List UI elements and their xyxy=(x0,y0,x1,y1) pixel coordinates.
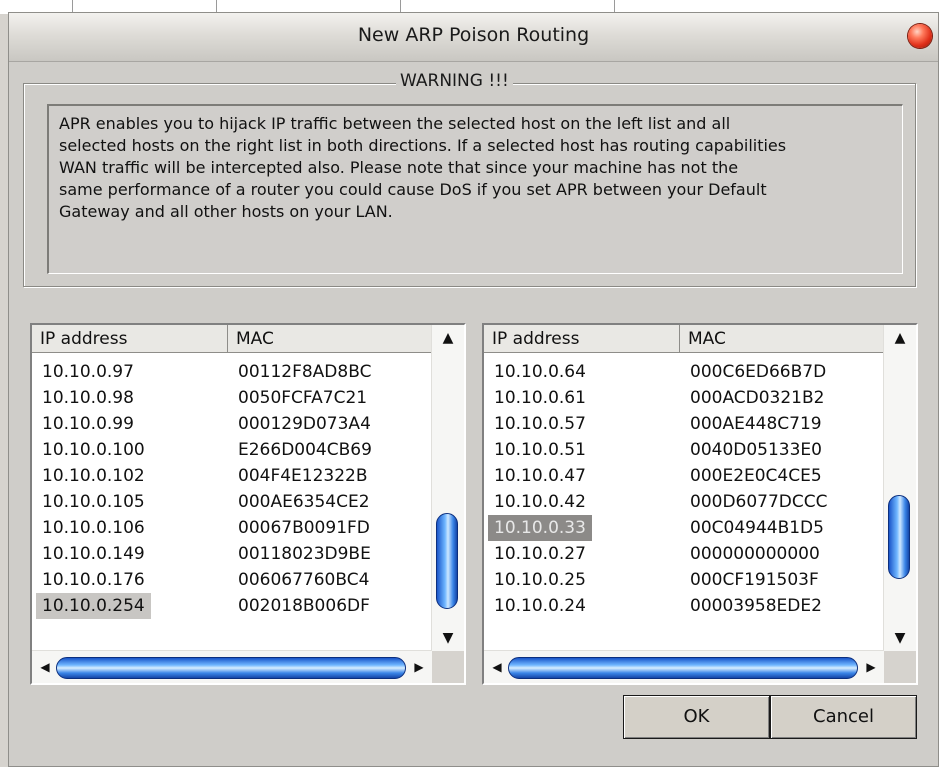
vertical-scrollbar[interactable]: ▲ ▼ xyxy=(431,325,464,651)
scrollbar-corner xyxy=(432,651,464,683)
horizontal-scroll-thumb[interactable] xyxy=(56,657,406,679)
mac-cell: 000000000000 xyxy=(690,544,820,564)
close-icon[interactable] xyxy=(908,24,932,48)
horizontal-scrollbar[interactable]: ◀ ▶ xyxy=(32,650,432,683)
ip-cell: 10.10.0.64 xyxy=(494,362,586,382)
ip-cell: 10.10.0.106 xyxy=(42,518,145,538)
arrow-up-icon[interactable]: ▲ xyxy=(884,325,916,351)
ip-cell: 10.10.0.176 xyxy=(42,570,145,590)
mac-cell: 000C6ED66B7D xyxy=(690,362,827,382)
vertical-scroll-thumb[interactable] xyxy=(888,495,910,579)
ip-cell: 10.10.0.99 xyxy=(42,414,134,434)
column-header-mac[interactable]: MAC xyxy=(228,325,432,353)
column-header-ip-address[interactable]: IP address xyxy=(484,325,680,353)
mac-cell: 0040D05133E0 xyxy=(690,440,822,460)
ip-cell: 10.10.0.24 xyxy=(494,596,586,616)
warning-text: APR enables you to hijack IP traffic bet… xyxy=(47,104,903,274)
warning-line: APR enables you to hijack IP traffic bet… xyxy=(59,114,731,133)
ip-cell: 10.10.0.27 xyxy=(494,544,586,564)
mac-cell: E266D004CB69 xyxy=(238,440,372,460)
vertical-scrollbar[interactable]: ▲ ▼ xyxy=(883,325,916,651)
ip-cell: 10.10.0.51 xyxy=(494,440,586,460)
warning-line: same performance of a router you could c… xyxy=(59,180,767,199)
mac-cell: 002018B006DF xyxy=(238,596,370,616)
warning-line: Gateway and all other hosts on your LAN. xyxy=(59,202,393,221)
ip-cell: 10.10.0.149 xyxy=(42,544,145,564)
warning-line: selected hosts on the right list in both… xyxy=(59,136,787,155)
arrow-down-icon[interactable]: ▼ xyxy=(884,625,916,651)
left-host-list[interactable]: IP address MAC 10.10.0.97 00112F8AD8BC 10… xyxy=(30,323,466,685)
mac-cell: 000AE6354CE2 xyxy=(238,492,370,512)
mac-cell: 000129D073A4 xyxy=(238,414,371,434)
ip-cell: 10.10.0.97 xyxy=(42,362,134,382)
ip-cell: 10.10.0.100 xyxy=(42,440,145,460)
ip-cell: 10.10.0.102 xyxy=(42,466,145,486)
mac-cell: 00067B0091FD xyxy=(238,518,370,538)
mac-cell: 0050FCFA7C21 xyxy=(238,388,368,408)
horizontal-scrollbar[interactable]: ◀ ▶ xyxy=(484,650,884,683)
ip-cell: 10.10.0.33 xyxy=(488,515,592,541)
warning-line: WAN traffic will be intercepted also. Pl… xyxy=(59,158,739,177)
scrollbar-corner xyxy=(884,651,916,683)
ip-cell: 10.10.0.254 xyxy=(36,593,151,619)
cancel-button[interactable]: Cancel xyxy=(770,695,917,739)
ip-cell: 10.10.0.47 xyxy=(494,466,586,486)
title-bar[interactable]: New ARP Poison Routing xyxy=(9,13,938,62)
mac-cell: 000D6077DCCC xyxy=(690,492,828,512)
arrow-down-icon[interactable]: ▼ xyxy=(432,625,464,651)
ok-button[interactable]: OK xyxy=(623,695,770,739)
mac-cell: 00118023D9BE xyxy=(238,544,371,564)
arrow-right-icon[interactable]: ▶ xyxy=(858,651,884,683)
mac-cell: 000E2E0C4CE5 xyxy=(690,466,822,486)
ip-cell: 10.10.0.25 xyxy=(494,570,586,590)
mac-cell: 00003958EDE2 xyxy=(690,596,822,616)
arrow-right-icon[interactable]: ▶ xyxy=(406,651,432,683)
warning-legend: WARNING !!! xyxy=(396,71,513,91)
mac-cell: 000CF191503F xyxy=(690,570,819,590)
mac-cell: 00C04944B1D5 xyxy=(690,518,824,538)
ip-cell: 10.10.0.57 xyxy=(494,414,586,434)
dialog-title: New ARP Poison Routing xyxy=(357,24,590,46)
arrow-left-icon[interactable]: ◀ xyxy=(484,651,510,683)
ip-cell: 10.10.0.61 xyxy=(494,388,586,408)
column-header-mac[interactable]: MAC xyxy=(680,325,884,353)
mac-cell: 00112F8AD8BC xyxy=(238,362,372,382)
mac-cell: 004F4E12322B xyxy=(238,466,368,486)
ip-cell: 10.10.0.105 xyxy=(42,492,145,512)
ip-cell: 10.10.0.98 xyxy=(42,388,134,408)
vertical-scroll-thumb[interactable] xyxy=(436,513,458,609)
arrow-left-icon[interactable]: ◀ xyxy=(32,651,58,683)
mac-cell: 000AE448C719 xyxy=(690,414,822,434)
mac-cell: 006067760BC4 xyxy=(238,570,370,590)
mac-cell: 000ACD0321B2 xyxy=(690,388,825,408)
horizontal-scroll-thumb[interactable] xyxy=(508,657,858,679)
column-header-ip-address[interactable]: IP address xyxy=(32,325,228,353)
ip-cell: 10.10.0.42 xyxy=(494,492,586,512)
right-host-list[interactable]: IP address MAC 10.10.0.64 000C6ED66B7D 10… xyxy=(482,323,918,685)
arrow-up-icon[interactable]: ▲ xyxy=(432,325,464,351)
